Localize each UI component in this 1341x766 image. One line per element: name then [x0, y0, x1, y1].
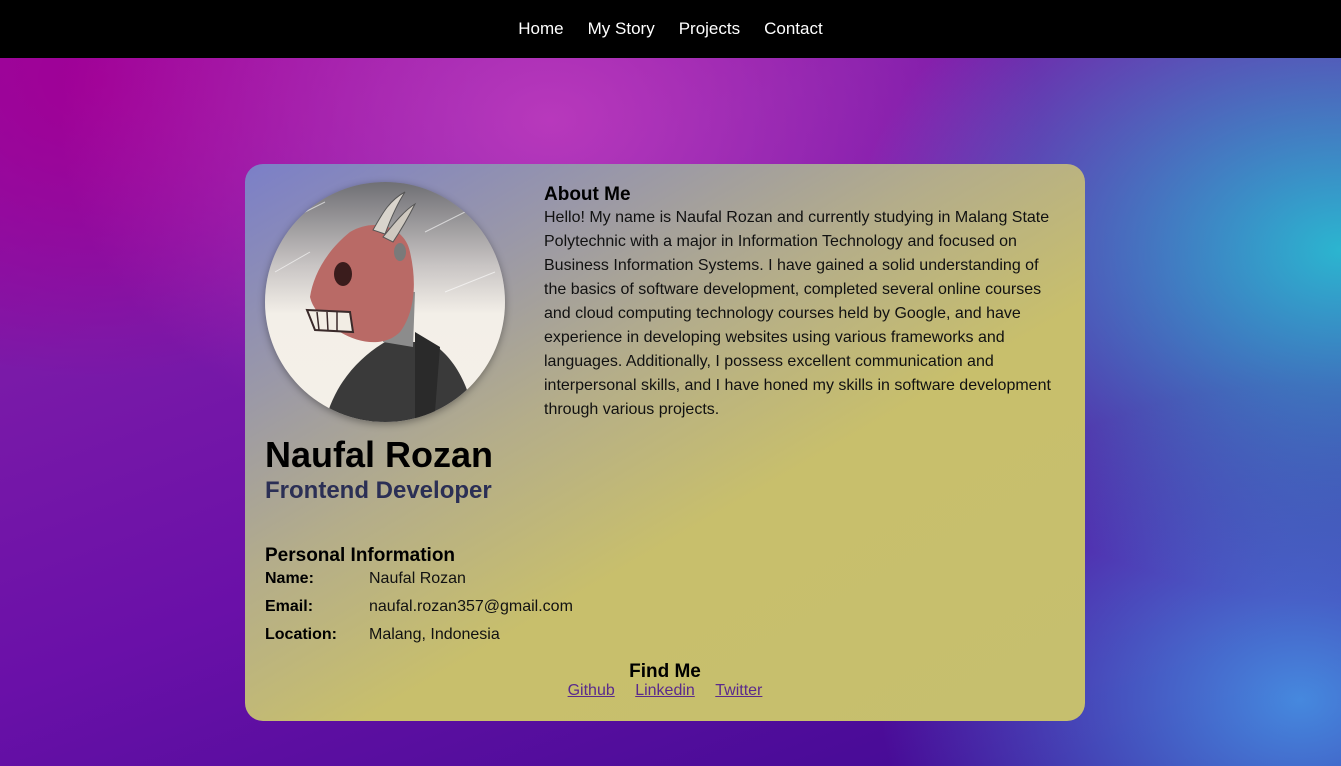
name-value: Naufal Rozan — [369, 570, 466, 587]
top-navbar: Home My Story Projects Contact — [0, 0, 1341, 58]
masked-character-avatar-icon — [265, 182, 505, 422]
find-me-heading: Find Me — [629, 661, 701, 682]
personal-information-table: Name: Naufal Rozan Email: naufal.rozan35… — [265, 565, 573, 649]
nav-projects-link[interactable]: Projects — [679, 19, 740, 39]
profile-card: Naufal Rozan Frontend Developer About Me… — [245, 164, 1085, 721]
profile-avatar — [265, 182, 505, 422]
about-me-text: Hello! My name is Naufal Rozan and curre… — [544, 209, 1051, 418]
linkedin-link[interactable]: Linkedin — [635, 682, 695, 699]
table-row: Email: naufal.rozan357@gmail.com — [265, 593, 573, 621]
name-label: Name: — [265, 570, 314, 587]
email-value: naufal.rozan357@gmail.com — [369, 598, 573, 615]
nav-home-link[interactable]: Home — [518, 19, 563, 39]
profile-name: Naufal Rozan — [265, 434, 494, 475]
personal-information-heading: Personal Information — [265, 545, 456, 566]
location-label: Location: — [265, 626, 337, 643]
email-label: Email: — [265, 598, 314, 615]
profile-role: Frontend Developer — [265, 477, 492, 504]
nav-contact-link[interactable]: Contact — [764, 19, 823, 39]
table-row: Location: Malang, Indonesia — [265, 621, 573, 649]
github-link[interactable]: Github — [568, 682, 615, 699]
nav-my-story-link[interactable]: My Story — [588, 19, 655, 39]
table-row: Name: Naufal Rozan — [265, 565, 573, 593]
location-value: Malang, Indonesia — [369, 626, 500, 643]
about-me-heading: About Me — [544, 184, 631, 205]
social-links: Github Linkedin Twitter — [245, 682, 1085, 700]
twitter-link[interactable]: Twitter — [715, 682, 762, 699]
